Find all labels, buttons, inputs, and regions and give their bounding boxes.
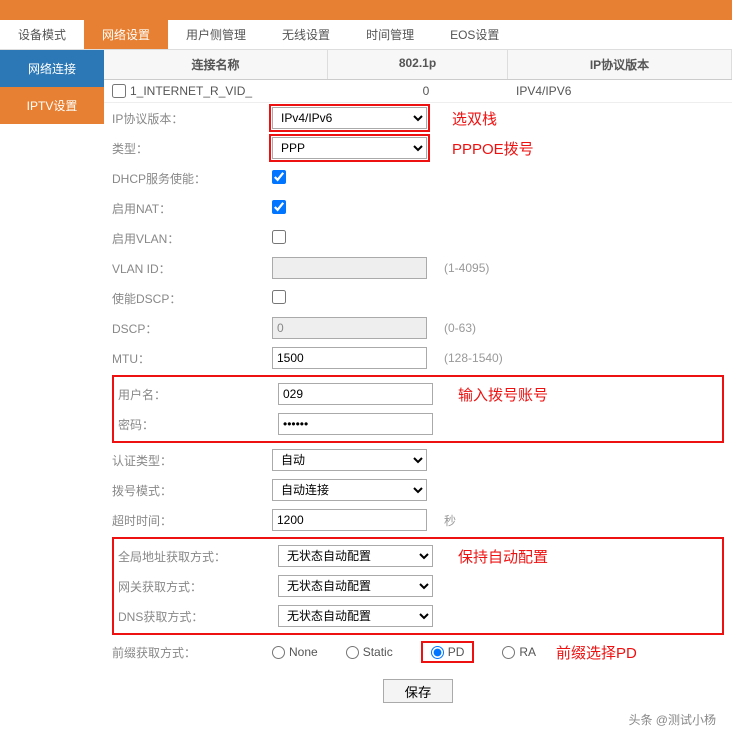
annotation-addr: 保持自动配置	[438, 546, 548, 567]
sidebar-item-network-conn[interactable]: 网络连接	[0, 50, 104, 87]
radio-none[interactable]: None	[272, 645, 318, 659]
top-banner	[0, 0, 732, 20]
label-type: 类型：	[112, 140, 272, 157]
conn-ipver: IPV4/IPV6	[516, 84, 724, 98]
checkbox-dscp-en[interactable]	[272, 290, 286, 304]
input-dscp[interactable]	[272, 317, 427, 339]
label-password: 密码：	[118, 416, 278, 433]
col-conn-name: 连接名称	[104, 50, 328, 79]
select-global-addr[interactable]: 无状态自动配置	[278, 545, 433, 567]
label-mtu: MTU：	[112, 350, 272, 367]
radio-pd[interactable]: PD	[421, 641, 475, 663]
label-username: 用户名：	[118, 386, 278, 403]
hint-mtu: (128-1540)	[432, 351, 503, 365]
hint-dscp: (0-63)	[432, 321, 476, 335]
input-timeout[interactable]	[272, 509, 427, 531]
label-dhcp: DHCP服务使能：	[112, 170, 272, 187]
tab-device-mode[interactable]: 设备模式	[0, 20, 84, 49]
tab-wireless[interactable]: 无线设置	[264, 20, 348, 49]
label-prefix: 前缀获取方式：	[112, 644, 272, 661]
label-dscp: DSCP：	[112, 320, 272, 337]
input-password[interactable]	[278, 413, 433, 435]
radio-ra[interactable]: RA	[502, 645, 536, 659]
label-ipver: IP协议版本：	[112, 110, 272, 127]
nav-tabs: 设备模式 网络设置 用户侧管理 无线设置 时间管理 EOS设置	[0, 20, 732, 50]
label-gateway: 网关获取方式：	[118, 578, 278, 595]
label-dscp-en: 使能DSCP：	[112, 290, 272, 307]
annotation-prefix: 前缀选择PD	[536, 642, 637, 663]
select-gateway[interactable]: 无状态自动配置	[278, 575, 433, 597]
tab-eos[interactable]: EOS设置	[432, 20, 517, 49]
prefix-radio-group: None Static PD RA	[272, 641, 536, 663]
radio-static[interactable]: Static	[346, 645, 393, 659]
credentials-block: 用户名： 输入拨号账号 密码：	[112, 375, 724, 443]
label-nat: 启用NAT：	[112, 200, 272, 217]
addr-config-block: 全局地址获取方式： 无状态自动配置 保持自动配置 网关获取方式： 无状态自动配置…	[112, 537, 724, 635]
tab-network-settings[interactable]: 网络设置	[84, 20, 168, 49]
col-ipver: IP协议版本	[508, 50, 732, 79]
main-panel: 连接名称 802.1p IP协议版本 1_INTERNET_R_VID_ 0 I…	[104, 50, 732, 732]
sidebar: 网络连接 IPTV设置	[0, 50, 104, 732]
annotation-ipver: 选双栈	[432, 108, 497, 129]
hint-vlanid: (1-4095)	[432, 261, 489, 275]
input-username[interactable]	[278, 383, 433, 405]
conn-name: 1_INTERNET_R_VID_	[130, 84, 252, 98]
save-button[interactable]: 保存	[383, 679, 453, 703]
annotation-type: PPPOE拨号	[432, 138, 534, 159]
label-timeout: 超时时间：	[112, 512, 272, 529]
conn-checkbox[interactable]	[112, 84, 126, 98]
tab-user-mgmt[interactable]: 用户侧管理	[168, 20, 264, 49]
label-dns: DNS获取方式：	[118, 608, 278, 625]
sidebar-item-iptv[interactable]: IPTV设置	[0, 87, 104, 124]
label-auth: 认证类型：	[112, 452, 272, 469]
col-8021p: 802.1p	[328, 50, 508, 79]
footer-credit: 头条 @测试小杨	[104, 707, 732, 732]
conn-8021p: 0	[336, 84, 516, 98]
connection-row[interactable]: 1_INTERNET_R_VID_ 0 IPV4/IPV6	[104, 80, 732, 103]
select-type[interactable]: PPP	[272, 137, 427, 159]
select-ipver[interactable]: IPv4/IPv6	[272, 107, 427, 129]
select-auth[interactable]: 自动	[272, 449, 427, 471]
label-vlanid: VLAN ID：	[112, 260, 272, 277]
label-global-addr: 全局地址获取方式：	[118, 548, 278, 565]
connection-table-header: 连接名称 802.1p IP协议版本	[104, 50, 732, 80]
label-vlan: 启用VLAN：	[112, 230, 272, 247]
tab-time-mgmt[interactable]: 时间管理	[348, 20, 432, 49]
input-vlanid[interactable]	[272, 257, 427, 279]
checkbox-nat[interactable]	[272, 200, 286, 214]
input-mtu[interactable]	[272, 347, 427, 369]
select-dial[interactable]: 自动连接	[272, 479, 427, 501]
checkbox-dhcp[interactable]	[272, 170, 286, 184]
select-dns[interactable]: 无状态自动配置	[278, 605, 433, 627]
checkbox-vlan[interactable]	[272, 230, 286, 244]
hint-timeout: 秒	[432, 512, 456, 529]
annotation-credentials: 输入拨号账号	[438, 384, 548, 405]
label-dial: 拨号模式：	[112, 482, 272, 499]
